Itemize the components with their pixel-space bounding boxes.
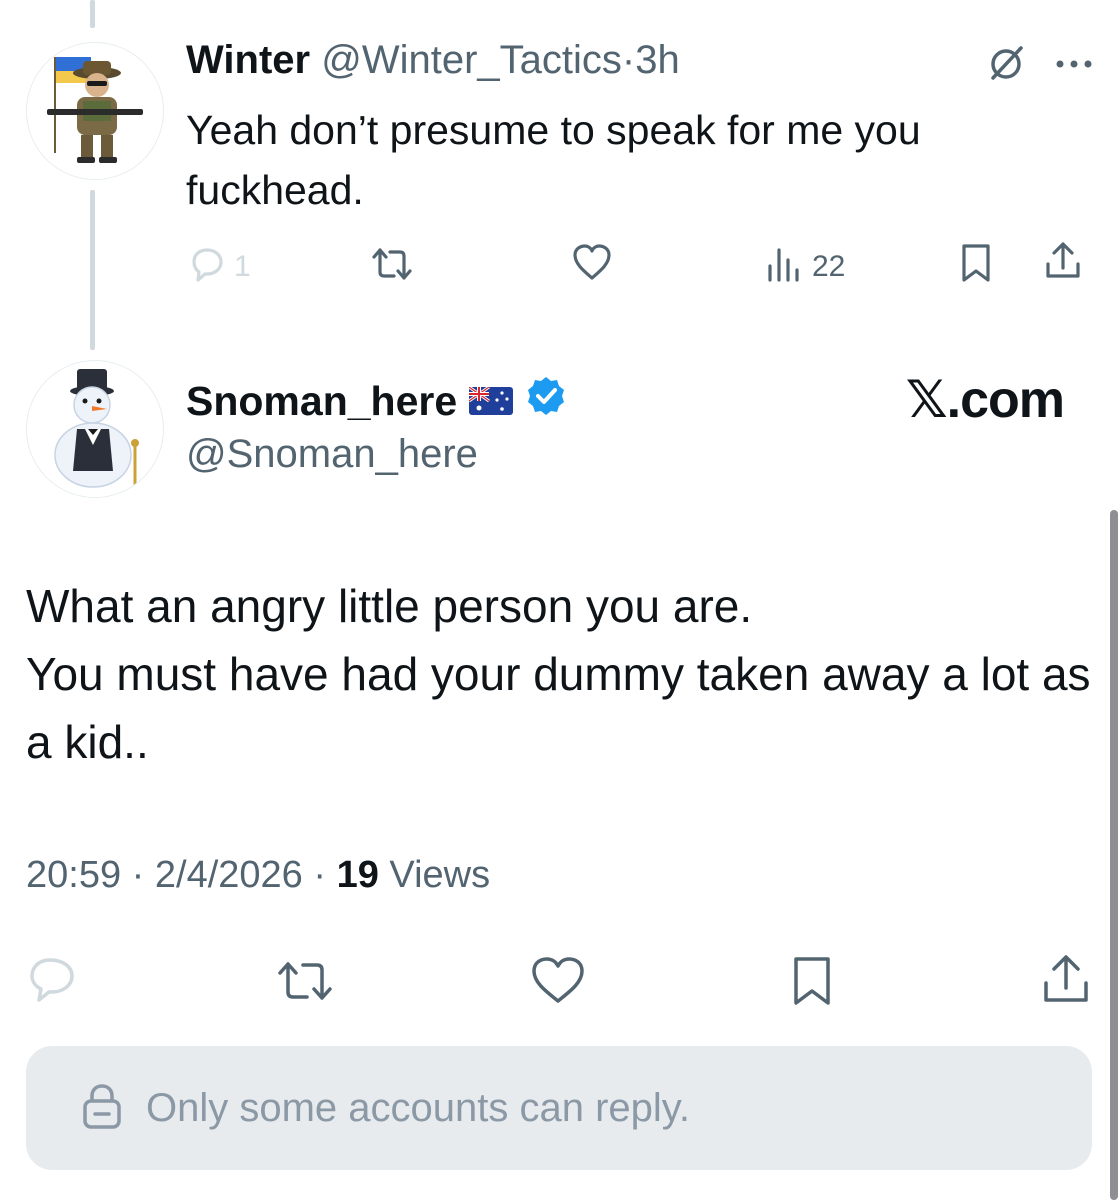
retweet-icon <box>370 244 414 289</box>
main-tweet-views-label[interactable]: Views <box>389 854 490 896</box>
main-author-handle[interactable]: @Snoman_here <box>186 432 478 477</box>
reply-text: Yeah don’t presume to speak for me you f… <box>186 107 921 213</box>
main-like-button[interactable] <box>528 954 588 1011</box>
main-author-name[interactable]: Snoman_here <box>186 378 457 425</box>
main-tweet-views-count[interactable]: 19 <box>337 854 379 896</box>
reply-restriction-text: Only some accounts can reply. <box>146 1085 690 1130</box>
main-tweet-time: 20:59 <box>26 854 122 896</box>
main-reply-button[interactable] <box>26 954 78 1009</box>
reply-time[interactable]: 3h <box>635 38 680 82</box>
winter-avatar[interactable] <box>26 42 164 180</box>
main-retweet-button[interactable] <box>274 956 336 1011</box>
reply-top-actions <box>984 42 1094 91</box>
reply-icon <box>26 954 78 1009</box>
reply-share-button[interactable] <box>1042 240 1084 287</box>
reply-restriction-box: Only some accounts can reply. <box>26 1046 1092 1170</box>
grok-icon[interactable] <box>984 42 1028 91</box>
reply-bookmark-button[interactable] <box>958 242 994 289</box>
views-icon <box>764 244 804 289</box>
scrollbar[interactable] <box>1110 510 1118 1200</box>
like-icon <box>570 242 614 287</box>
meta-separator-2: · <box>313 854 327 896</box>
main-tweet-text: What an angry little person you are. You… <box>26 572 1096 776</box>
reply-reply-count: 1 <box>234 249 251 283</box>
thread-line-top <box>90 0 95 28</box>
thread-line-middle <box>90 190 95 350</box>
reply-reply-button[interactable]: 1 <box>186 244 251 289</box>
reply-separator: · <box>621 38 636 82</box>
bookmark-icon <box>788 954 836 1013</box>
more-icon[interactable] <box>1054 54 1094 79</box>
snoman-avatar[interactable] <box>26 360 164 498</box>
main-bookmark-button[interactable] <box>788 954 836 1013</box>
main-share-button[interactable] <box>1040 952 1092 1011</box>
x-brand-watermark: 𝕏.com <box>905 371 1065 429</box>
main-tweet-text-line2: You must have had your dummy taken away … <box>26 648 1091 768</box>
main-author-line: Snoman_here <box>186 375 567 427</box>
main-tweet-text-line1: What an angry little person you are. <box>26 580 753 632</box>
retweet-icon <box>274 956 336 1011</box>
share-icon <box>1040 952 1092 1011</box>
meta-separator-1: · <box>131 854 145 896</box>
lock-icon <box>80 1082 124 1135</box>
share-icon <box>1042 240 1084 287</box>
reply-author-handle[interactable]: @Winter_Tactics <box>321 38 622 82</box>
bookmark-icon <box>958 242 994 289</box>
main-tweet-date: 2/4/2026 <box>154 854 303 896</box>
reply-author-name[interactable]: Winter <box>186 38 310 82</box>
reply-retweet-button[interactable] <box>370 244 414 289</box>
main-tweet-meta: 20:59 · 2/4/2026 · 19 Views <box>26 854 490 897</box>
reply-like-button[interactable] <box>570 242 614 287</box>
reply-icon <box>186 244 226 289</box>
reply-views-count: 22 <box>812 249 846 283</box>
like-icon <box>528 954 588 1011</box>
verified-badge-icon[interactable] <box>525 375 567 427</box>
reply-header: Winter @Winter_Tactics·3h <box>186 38 680 83</box>
reply-views-button[interactable]: 22 <box>764 244 845 289</box>
australia-flag-icon <box>468 378 514 425</box>
